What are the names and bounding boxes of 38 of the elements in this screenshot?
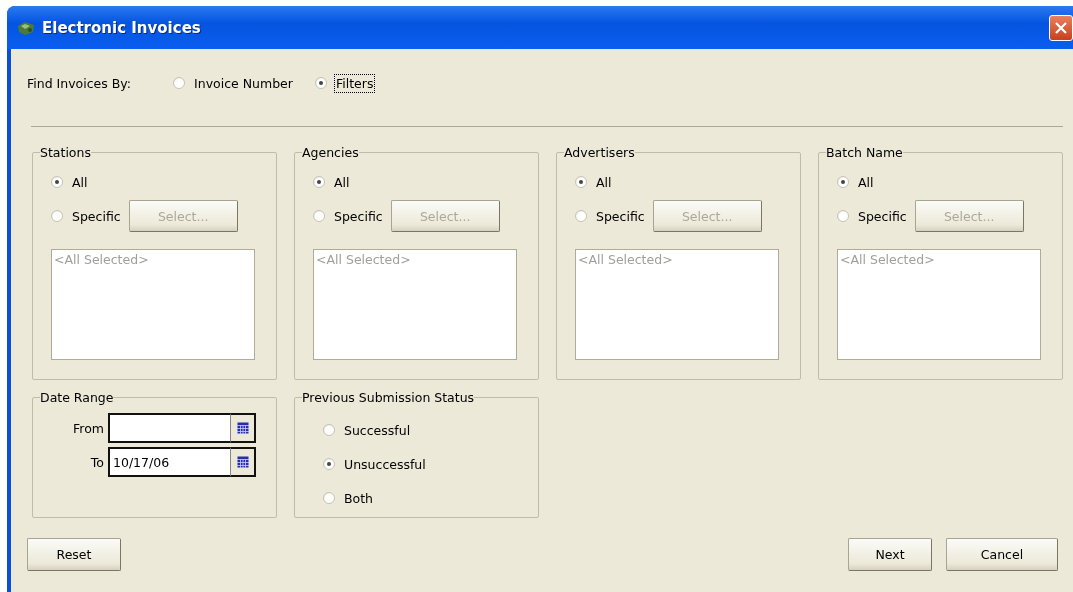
- field-label: To: [90, 454, 104, 470]
- list-item: <All Selected>: [54, 252, 149, 267]
- group-title: Stations: [40, 145, 91, 160]
- group-title: Previous Submission Status: [302, 390, 475, 405]
- date-field[interactable]: [108, 413, 230, 443]
- radio-option[interactable]: Unsuccessful: [323, 453, 518, 475]
- next-button[interactable]: Next: [848, 538, 932, 571]
- window-title: Electronic Invoices: [42, 18, 202, 37]
- group-title: Advertisers: [564, 145, 635, 160]
- field-label: From: [73, 420, 104, 436]
- list-item: <All Selected>: [316, 252, 411, 267]
- date-field[interactable]: 10/17/06: [108, 447, 230, 477]
- radio-option[interactable]: All: [313, 172, 352, 192]
- radio-option[interactable]: Both: [323, 487, 518, 509]
- radio-option[interactable]: All: [51, 172, 90, 192]
- find-by-label: Find Invoices By:: [27, 75, 132, 91]
- reset-button[interactable]: Reset: [27, 538, 121, 571]
- close-button[interactable]: [1049, 14, 1073, 41]
- radio-option[interactable]: Specific: [313, 206, 385, 226]
- radio-option[interactable]: Specific: [837, 206, 909, 226]
- calendar-button[interactable]: [230, 413, 256, 443]
- radio-option[interactable]: Successful: [323, 419, 518, 441]
- group-title: Batch Name: [826, 145, 903, 160]
- radio-option[interactable]: All: [575, 172, 614, 192]
- app-icon: [16, 19, 36, 36]
- calendar-icon: [236, 456, 249, 468]
- group-title: Agencies: [302, 145, 359, 160]
- calendar-button[interactable]: [230, 447, 256, 477]
- radio-option[interactable]: Specific: [51, 206, 123, 226]
- radio-option[interactable]: All: [837, 172, 876, 192]
- list-item: <All Selected>: [840, 252, 935, 267]
- radio-option[interactable]: Specific: [575, 206, 647, 226]
- cancel-button[interactable]: Cancel: [946, 538, 1058, 571]
- calendar-icon: [236, 422, 249, 434]
- group-title: Date Range: [40, 390, 114, 405]
- close-icon: [1055, 21, 1067, 34]
- radio-option[interactable]: Invoice Number: [173, 73, 295, 93]
- list-item: <All Selected>: [578, 252, 673, 267]
